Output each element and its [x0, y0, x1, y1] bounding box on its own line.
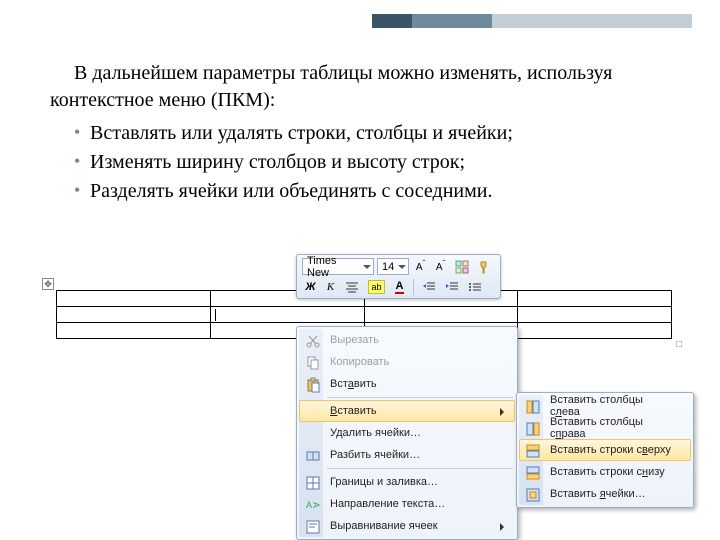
styles-icon	[455, 260, 469, 274]
highlight-icon: ab	[368, 280, 385, 294]
insert-col-right-icon	[525, 421, 541, 437]
paste-icon	[305, 377, 321, 393]
slide-accent	[372, 14, 692, 28]
menu-label: Вставить столбцы справа	[550, 416, 672, 440]
outdent-icon	[422, 281, 436, 293]
submenu-arrow-icon	[500, 523, 508, 531]
indent-icon	[445, 281, 459, 293]
shrink-font-icon	[436, 261, 445, 273]
highlight-button[interactable]: ab	[365, 278, 388, 295]
grow-font-icon	[416, 261, 425, 273]
mini-toolbar: Times New 14 Ж К ab A	[296, 254, 501, 299]
insert-submenu: Вставить столбцы слева Вставить столбцы …	[516, 392, 694, 508]
font-size-value: 14	[382, 261, 394, 273]
grow-font-button[interactable]	[412, 258, 429, 275]
insert-row-below-icon	[525, 465, 541, 481]
menu-separator	[327, 468, 513, 469]
align-center-icon	[345, 281, 359, 293]
separator	[413, 279, 414, 295]
menu-label: Вставить ячейки…	[550, 488, 646, 500]
menu-label: Вставить строки сверху	[550, 444, 671, 456]
table-move-handle-icon[interactable]: ✥	[42, 278, 54, 290]
menu-label: Вырезать	[330, 334, 379, 346]
menu-label: Направление текста…	[330, 498, 445, 510]
bullets-icon	[468, 281, 482, 293]
bullet-list: Вставлять или удалять строки, столбцы и …	[74, 120, 670, 205]
font-color-button[interactable]: A	[391, 278, 408, 295]
split-cells-icon	[305, 448, 321, 464]
copy-icon	[305, 355, 321, 371]
menu-label: Вставить	[330, 405, 377, 417]
menu-item-split-cells[interactable]: Разбить ячейки…	[299, 444, 515, 466]
menu-item-insert[interactable]: Вставить	[299, 400, 515, 422]
slide-text: В дальнейшем параметры таблицы можно изм…	[50, 60, 670, 207]
menu-item-cell-alignment[interactable]: Выравнивание ячеек	[299, 515, 515, 537]
menu-item-cut[interactable]: Вырезать	[299, 329, 515, 351]
table-end-marker: □	[676, 339, 682, 350]
intro-paragraph: В дальнейшем параметры таблицы можно изм…	[50, 60, 670, 114]
menu-label: Разбить ячейки…	[330, 449, 420, 461]
menu-label: Выравнивание ячеек	[330, 520, 438, 532]
decrease-indent-button[interactable]	[419, 278, 439, 295]
menu-label: Границы и заливка…	[330, 476, 438, 488]
bullet-list-button[interactable]	[465, 278, 485, 295]
font-family-value: Times New	[307, 255, 359, 279]
context-menu: Вырезать Копировать Вставить Вставить Уд…	[296, 326, 518, 540]
font-size-combo[interactable]: 14	[377, 258, 409, 275]
style-gallery-button[interactable]	[452, 258, 472, 275]
menu-label: Вставить	[330, 378, 377, 390]
shrink-font-button[interactable]	[432, 258, 449, 275]
menu-separator	[327, 397, 513, 398]
menu-item-paste[interactable]: Вставить	[299, 373, 515, 395]
insert-row-above-icon	[525, 443, 541, 459]
bold-button[interactable]: Ж	[302, 278, 319, 295]
submenu-insert-cols-left[interactable]: Вставить столбцы слева	[519, 395, 691, 417]
submenu-insert-rows-above[interactable]: Вставить строки сверху	[519, 439, 691, 461]
font-family-combo[interactable]: Times New	[302, 258, 374, 275]
brush-icon	[478, 260, 492, 274]
svg-text:A: A	[311, 502, 321, 508]
text-direction-icon: AA	[305, 497, 321, 513]
submenu-insert-cells[interactable]: Вставить ячейки…	[519, 483, 691, 505]
font-color-icon: A	[395, 280, 405, 294]
insert-cells-icon	[525, 487, 541, 503]
menu-label: Удалить ячейки…	[330, 427, 421, 439]
bullet-item: Вставлять или удалять строки, столбцы и …	[74, 120, 670, 147]
format-painter-button[interactable]	[475, 258, 495, 275]
bullet-item: Разделять ячейки или объединять с соседн…	[74, 178, 670, 205]
menu-item-copy[interactable]: Копировать	[299, 351, 515, 373]
menu-item-borders[interactable]: Границы и заливка…	[299, 471, 515, 493]
align-center-button[interactable]	[342, 278, 362, 295]
menu-item-delete-cells[interactable]: Удалить ячейки…	[299, 422, 515, 444]
chevron-down-icon	[362, 262, 371, 272]
increase-indent-button[interactable]	[442, 278, 462, 295]
borders-icon	[305, 475, 321, 491]
insert-col-left-icon	[525, 399, 541, 415]
submenu-insert-rows-below[interactable]: Вставить строки снизу	[519, 461, 691, 483]
italic-button[interactable]: К	[322, 278, 339, 295]
menu-item-text-direction[interactable]: AA Направление текста…	[299, 493, 515, 515]
submenu-arrow-icon	[500, 408, 508, 416]
cell-align-icon	[305, 519, 321, 535]
svg-text:A: A	[306, 500, 312, 510]
menu-label: Копировать	[330, 356, 389, 368]
cut-icon	[305, 333, 321, 349]
submenu-insert-cols-right[interactable]: Вставить столбцы справа	[519, 417, 691, 439]
menu-label: Вставить строки снизу	[550, 466, 665, 478]
menu-label: Вставить столбцы слева	[550, 394, 672, 418]
bullet-item: Изменять ширину столбцов и высоту строк;	[74, 149, 670, 176]
chevron-down-icon	[397, 262, 406, 272]
